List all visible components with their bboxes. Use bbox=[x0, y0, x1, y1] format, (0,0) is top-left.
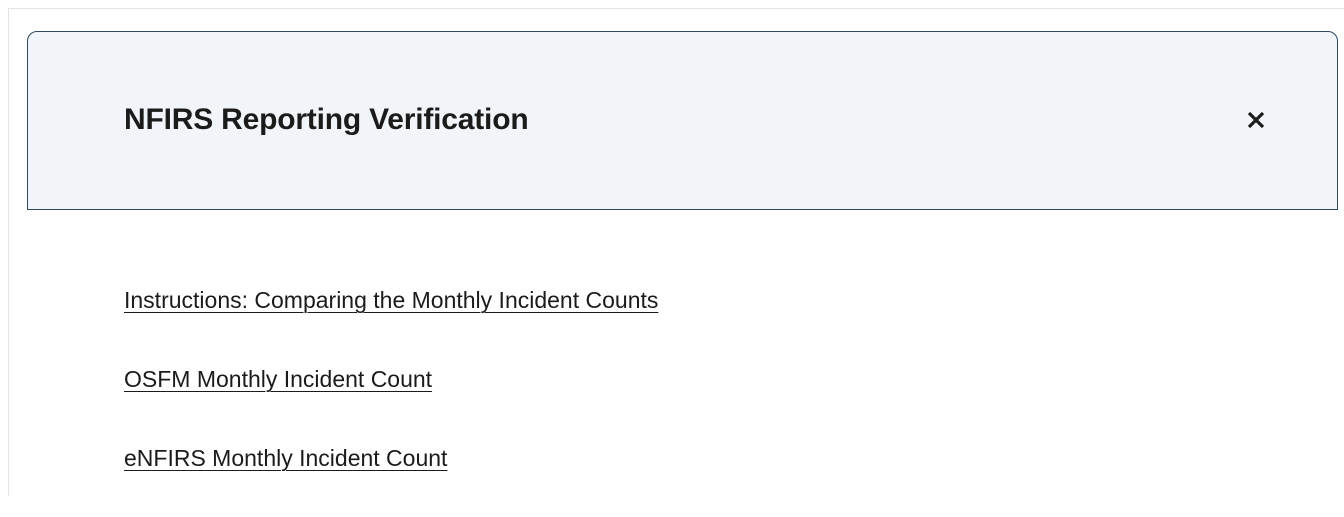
close-button[interactable] bbox=[1232, 96, 1280, 144]
close-icon bbox=[1247, 111, 1265, 129]
osfm-monthly-incident-count-link[interactable]: OSFM Monthly Incident Count bbox=[124, 359, 658, 399]
accordion-title: NFIRS Reporting Verification bbox=[124, 103, 529, 136]
accordion-header: NFIRS Reporting Verification bbox=[27, 31, 1338, 210]
links-list: Instructions: Comparing the Monthly Inci… bbox=[124, 280, 658, 517]
instructions-link[interactable]: Instructions: Comparing the Monthly Inci… bbox=[124, 280, 658, 320]
enfirs-monthly-incident-count-link[interactable]: eNFIRS Monthly Incident Count bbox=[124, 438, 658, 478]
